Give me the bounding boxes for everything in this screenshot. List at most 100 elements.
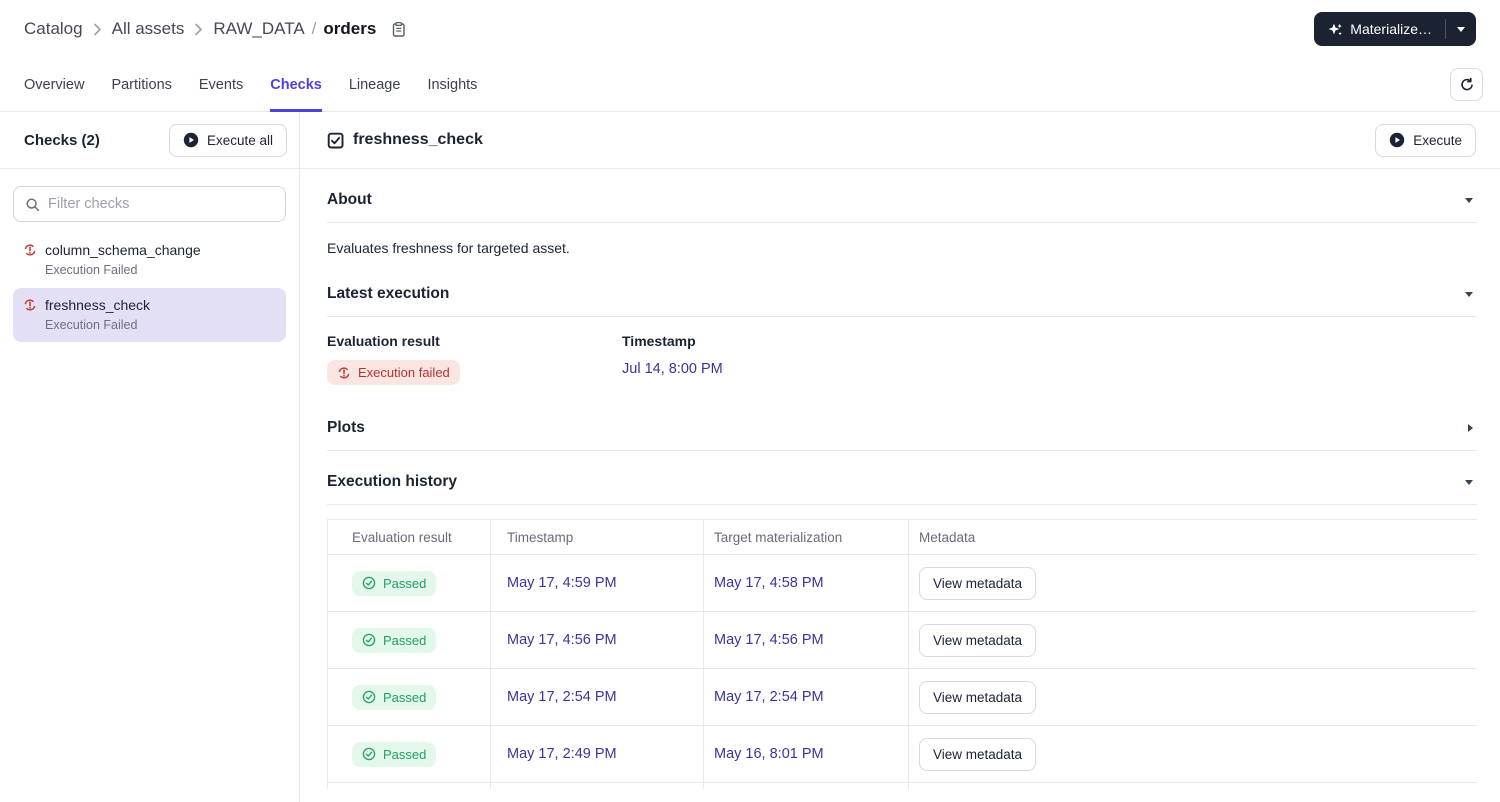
app-header: Catalog All assets RAW_DATA / orders Mat… [0,0,1500,58]
timestamp-link[interactable]: May 17, 4:59 PM [507,575,617,591]
check-circle-icon [362,690,376,704]
target-materialization-link[interactable]: May 17, 2:54 PM [714,689,824,705]
tab-lineage[interactable]: Lineage [349,58,401,111]
check-name: freshness_check [45,297,151,313]
materialize-split-button: Materialize… [1314,12,1476,46]
check-circle-icon [362,747,376,761]
materialize-button[interactable]: Materialize… [1314,12,1445,46]
tab-checks[interactable]: Checks [270,58,322,112]
check-status: Execution Failed [45,318,138,332]
check-square-icon [327,132,344,148]
view-metadata-button[interactable]: View metadata [919,623,1037,657]
execution-failed-icon [24,244,36,256]
check-title-text: freshness_check [353,131,483,148]
play-circle-icon [183,132,199,148]
check-title: freshness_check [327,131,483,149]
execution-history-section-header[interactable]: Execution history [327,451,1477,505]
timestamp-link[interactable]: May 17, 2:54 PM [507,689,617,705]
timestamp-link[interactable]: May 17, 2:49 PM [507,746,617,762]
materialize-label: Materialize… [1350,21,1432,37]
asset-key: RAW_DATA / orders [213,19,376,39]
check-item-column-schema-change[interactable]: column_schema_change Execution Failed [13,233,286,287]
table-header-row: Evaluation result Timestamp Target mater… [327,519,1477,555]
latest-execution-section-header[interactable]: Latest execution [327,263,1477,317]
execute-button[interactable]: Execute [1375,123,1476,157]
execute-all-button[interactable]: Execute all [168,123,287,157]
column-header-timestamp: Timestamp [490,519,704,555]
table-row: Passed May 17, 4:59 PM May 17, 4:58 PM V… [327,554,1477,612]
execution-failed-badge-label: Execution failed [358,365,450,380]
tab-insights[interactable]: Insights [427,58,477,111]
column-header-evaluation-result: Evaluation result [327,519,491,555]
copy-asset-key-button[interactable] [390,21,407,38]
passed-badge: Passed [352,741,437,767]
evaluation-result-field: Evaluation result Execution failed [327,333,622,385]
chevron-right-icon [93,23,101,36]
target-materialization-link[interactable]: May 17, 4:56 PM [714,632,824,648]
column-header-target-materialization: Target materialization [703,519,909,555]
target-materialization-link[interactable]: May 16, 8:01 PM [714,746,824,762]
caret-down-icon [1465,197,1473,203]
materialize-dropdown-button[interactable] [1446,12,1476,46]
breadcrumb-asset-group[interactable]: RAW_DATA [213,19,304,39]
evaluation-result-label: Evaluation result [327,333,440,349]
plots-section-header[interactable]: Plots [327,397,1477,451]
execution-failed-icon [338,366,350,379]
table-row: Passed May 17, 2:49 PM May 16, 8:01 PM V… [327,725,1477,783]
view-metadata-button[interactable]: View metadata [919,566,1037,600]
check-status: Execution Failed [45,263,138,277]
timestamp-link[interactable]: May 17, 4:56 PM [507,632,617,648]
plots-expand-button[interactable] [1466,422,1475,434]
about-description: Evaluates freshness for targeted asset. [327,240,570,256]
about-collapse-button[interactable] [1463,196,1475,205]
execute-label: Execute [1413,132,1462,148]
page-body: Checks (2) Execute all column_schema_cha… [0,112,1500,802]
target-materialization-link[interactable]: May 17, 4:58 PM [714,575,824,591]
check-name: column_schema_change [45,242,201,258]
breadcrumb-catalog[interactable]: Catalog [24,19,83,39]
filter-checks-box [13,186,286,222]
view-metadata-button[interactable]: View metadata [919,680,1037,714]
passed-badge: Passed [352,684,437,710]
clipboard-icon [393,21,406,37]
caret-down-icon [1457,26,1465,32]
filter-checks-input[interactable] [48,196,274,212]
latest-execution-title: Latest execution [327,285,450,302]
caret-down-icon [1465,291,1473,297]
search-icon [26,197,40,211]
passed-badge-label: Passed [383,575,427,591]
caret-right-icon [1468,424,1473,432]
execution-history-collapse-button[interactable] [1463,478,1475,487]
plots-title: Plots [327,419,365,436]
passed-badge-label: Passed [383,632,427,648]
tab-partitions[interactable]: Partitions [111,58,171,111]
execution-history-title: Execution history [327,473,458,490]
breadcrumb-all-assets[interactable]: All assets [112,19,185,39]
refresh-button[interactable] [1450,68,1483,101]
check-circle-icon [362,576,376,590]
view-metadata-button[interactable]: View metadata [919,737,1037,771]
table-row: Passed May 17, 4:56 PM May 17, 4:56 PM V… [327,611,1477,669]
tab-bar: Overview Partitions Events Checks Lineag… [0,58,1500,112]
about-section-header[interactable]: About [327,169,1477,223]
asset-key-separator: / [311,19,317,38]
passed-badge-label: Passed [383,689,427,705]
latest-execution-collapse-button[interactable] [1463,290,1475,299]
tab-overview[interactable]: Overview [24,58,84,111]
caret-down-icon [1465,479,1473,485]
execute-all-label: Execute all [206,132,273,148]
latest-timestamp-link[interactable]: Jul 14, 8:00 PM [622,361,723,377]
tabs: Overview Partitions Events Checks Lineag… [24,58,477,112]
breadcrumb-asset-name: orders [323,19,377,38]
timestamp-field: Timestamp Jul 14, 8:00 PM [622,333,1477,385]
check-detail-panel: freshness_check Execute About Evaluates … [300,112,1500,802]
check-item-freshness-check[interactable]: freshness_check Execution Failed [13,288,286,342]
check-detail-header: freshness_check Execute [300,112,1500,169]
check-detail-sections: About Evaluates freshness for targeted a… [300,169,1500,802]
passed-badge-label: Passed [383,746,427,762]
checks-count-title: Checks (2) [24,131,100,149]
refresh-icon [1461,77,1473,91]
tab-events[interactable]: Events [199,58,243,111]
chevron-right-icon [195,23,203,36]
latest-execution-body: Evaluation result Execution failed Times… [327,317,1477,397]
